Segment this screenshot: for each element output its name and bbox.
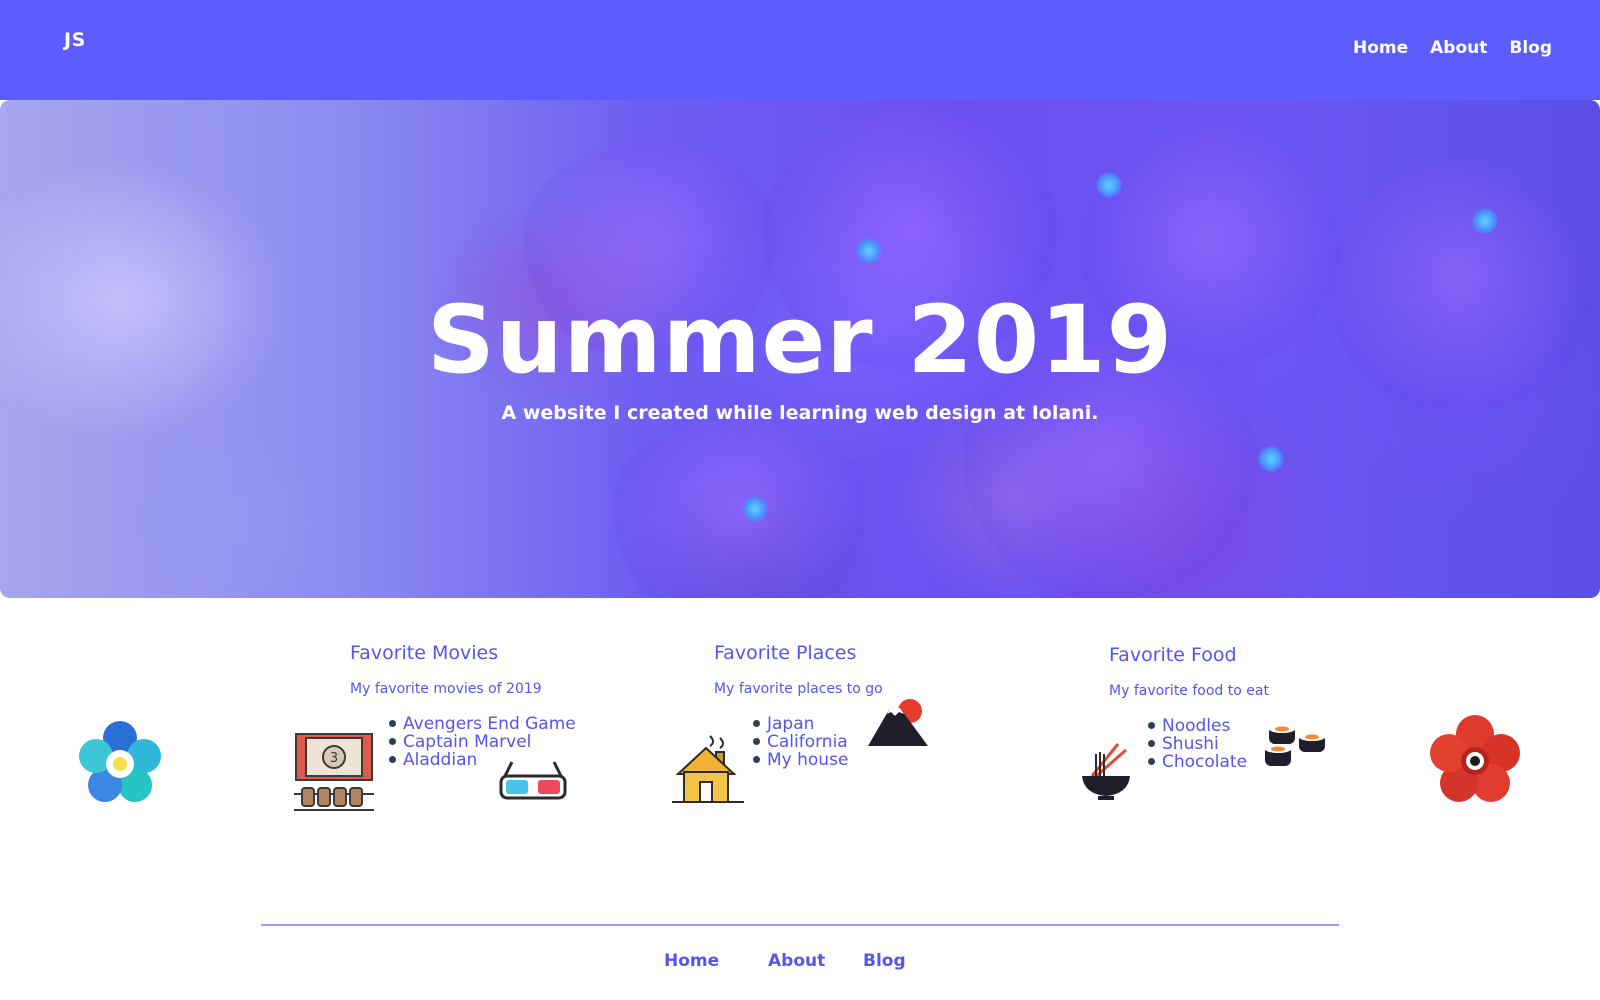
footer-nav: Home About Blog [664, 951, 906, 971]
hero-subtitle: A website I created while learning web d… [501, 402, 1099, 424]
favorite-food-list-wrap: Noodles Shushi Chocolate [1148, 717, 1247, 771]
section-subtitle: My favorite movies of 2019 [350, 681, 542, 697]
section-title: Favorite Places [714, 642, 857, 664]
list-item: Avengers End Game [389, 715, 576, 733]
favorite-movies-section: Favorite Movies My favorite movies of 20… [350, 642, 542, 697]
list-item: Captain Marvel [389, 733, 576, 751]
nav-home-link[interactable]: Home [1353, 38, 1408, 58]
list-item: My house [753, 751, 848, 769]
favorite-food-list: Noodles Shushi Chocolate [1148, 717, 1247, 771]
footer-about-link[interactable]: About [768, 951, 863, 971]
section-title: Favorite Food [1109, 644, 1237, 666]
hero-flower-bud [856, 238, 882, 264]
3d-glasses-icon [499, 761, 567, 800]
blue-flower-icon [79, 721, 161, 802]
red-flower-icon [1430, 715, 1520, 802]
site-logo[interactable]: JS [64, 29, 86, 51]
list-item: California [753, 733, 848, 751]
favorite-food-section: Favorite Food My favorite food to eat [1109, 644, 1269, 699]
hero-flower-bud [742, 496, 768, 522]
hero-petal [600, 420, 880, 598]
hero-title: Summer 2019 [427, 286, 1173, 395]
hero-flower-bud [1472, 208, 1498, 234]
favorite-places-list-wrap: Japan California My house [753, 715, 848, 769]
house-icon [672, 735, 744, 803]
nav-about-link[interactable]: About [1430, 38, 1487, 58]
nav-blog-link[interactable]: Blog [1509, 38, 1552, 58]
hero-flower-bud [1096, 172, 1122, 198]
section-title: Favorite Movies [350, 642, 499, 664]
list-item: Noodles [1148, 717, 1247, 735]
favorite-places-section: Favorite Places My favorite places to go [714, 642, 883, 697]
hero-banner: Summer 2019 A website I created while le… [0, 100, 1600, 598]
section-subtitle: My favorite places to go [714, 681, 883, 697]
list-item: Shushi [1148, 735, 1247, 753]
section-subtitle: My favorite food to eat [1109, 683, 1269, 699]
top-navbar: JS Home About Blog [0, 0, 1600, 100]
sushi-icon [1265, 725, 1325, 766]
noodle-bowl-icon [1082, 743, 1130, 800]
movie-theater-icon: 3 [294, 733, 374, 811]
list-item: Japan [753, 715, 848, 733]
mount-fuji-icon [868, 699, 928, 746]
footer-blog-link[interactable]: Blog [863, 951, 906, 971]
favorite-places-list: Japan California My house [753, 715, 848, 769]
svg-text:3: 3 [330, 751, 338, 766]
footer-divider [261, 924, 1339, 926]
footer-home-link[interactable]: Home [664, 951, 768, 971]
top-nav: Home About Blog [1353, 38, 1552, 58]
hero-flower-bud [1258, 446, 1284, 472]
list-item: Chocolate [1148, 753, 1247, 771]
